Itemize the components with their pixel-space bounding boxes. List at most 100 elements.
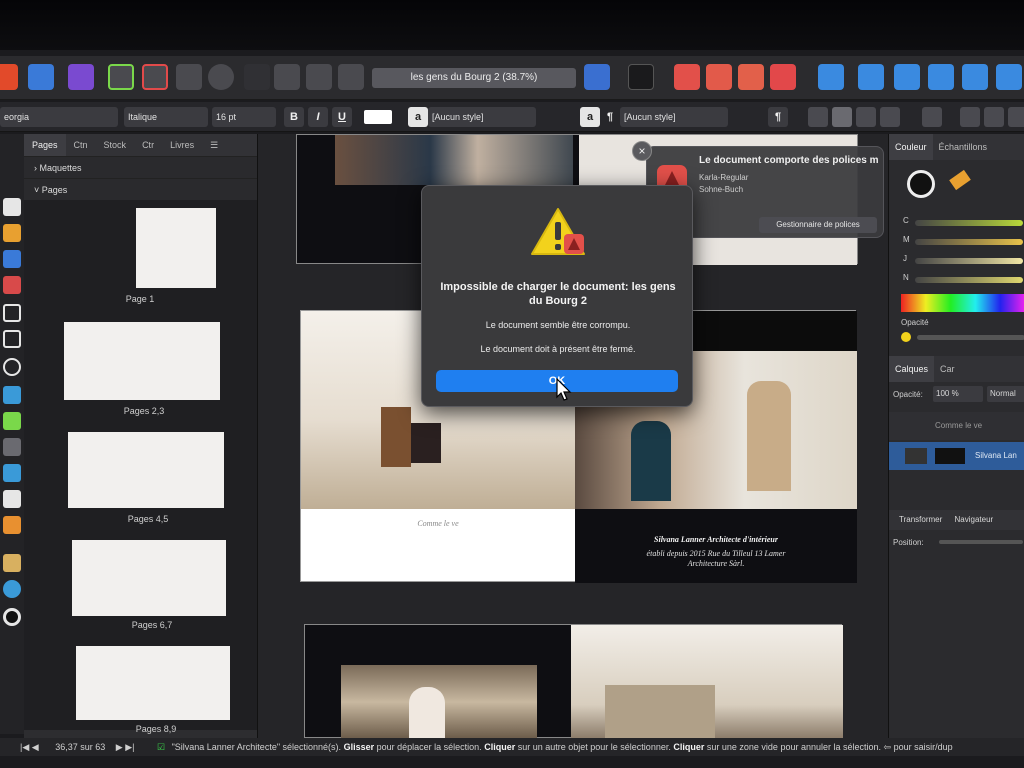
tab-ctr[interactable]: Ctr xyxy=(134,140,162,150)
photo-persona-icon[interactable] xyxy=(68,64,94,90)
app-persona-icon[interactable] xyxy=(0,64,18,90)
vertical-align-middle-icon[interactable] xyxy=(984,107,1004,127)
font-size-field[interactable]: 16 pt xyxy=(212,107,276,127)
text-color-swatch[interactable] xyxy=(364,110,392,124)
arrange-front-icon[interactable] xyxy=(674,64,700,90)
layer-opacity-field[interactable]: 100 % xyxy=(933,386,983,402)
table-tool-icon[interactable] xyxy=(3,386,21,404)
tab-swatches[interactable]: Échantillons xyxy=(933,142,994,152)
arrange-forward-icon[interactable] xyxy=(706,64,732,90)
prev-page-icon[interactable]: |◀ ◀ xyxy=(0,742,39,752)
opacity-swatch[interactable] xyxy=(901,332,911,342)
circle-tool-icon[interactable] xyxy=(208,64,234,90)
masters-section[interactable]: › Maquettes xyxy=(24,156,257,178)
color-wheel-icon[interactable] xyxy=(3,608,21,626)
artistic-text-tool-icon[interactable] xyxy=(3,250,21,268)
layer-row[interactable]: Comme le ve xyxy=(889,412,1024,440)
transparency-tool-icon[interactable] xyxy=(3,490,21,508)
position-slider[interactable] xyxy=(939,540,1023,544)
color-picker-tool-icon[interactable] xyxy=(3,516,21,534)
arrange-back-icon[interactable] xyxy=(770,64,796,90)
document-setup-icon[interactable] xyxy=(176,64,202,90)
next-page-icon[interactable]: ▶ ▶| xyxy=(108,742,135,752)
tab-navigator[interactable]: Navigateur xyxy=(955,515,994,524)
pin-icon[interactable] xyxy=(274,64,300,90)
preflight-gear-icon[interactable] xyxy=(142,64,168,90)
photo-baptiste[interactable] xyxy=(335,135,573,185)
bullets-icon[interactable] xyxy=(922,107,942,127)
fill-stroke-icon[interactable] xyxy=(907,170,935,198)
vertical-align-top-icon[interactable] xyxy=(960,107,980,127)
paragraph-panel-button[interactable]: ¶ xyxy=(768,107,788,127)
layer-row-selected[interactable]: Silvana Lan xyxy=(889,442,1024,470)
character-style-select[interactable]: [Aucun style] xyxy=(428,107,536,127)
black-slider[interactable]: N xyxy=(903,273,1023,287)
align-left-icon[interactable] xyxy=(808,107,828,127)
flip-vertical-icon[interactable] xyxy=(894,64,920,90)
tab-color[interactable]: Couleur xyxy=(889,134,933,160)
magenta-slider[interactable]: M xyxy=(903,235,1023,249)
font-style-select[interactable]: Italique xyxy=(124,107,208,127)
rotate-right-icon[interactable] xyxy=(962,64,988,90)
color-picker-icon[interactable] xyxy=(949,169,971,191)
tab-stock[interactable]: Stock xyxy=(96,140,135,150)
page-thumbnail-4-5[interactable] xyxy=(68,432,224,508)
tab-pages[interactable]: Pages xyxy=(24,134,66,156)
yellow-slider[interactable]: J xyxy=(903,254,1023,268)
zoom-tool-icon[interactable] xyxy=(3,580,21,598)
rectangle-frame-tool-icon[interactable] xyxy=(3,304,21,322)
preview-icon[interactable] xyxy=(338,64,364,90)
pages-section[interactable]: ˅ Pages xyxy=(24,178,257,200)
ellipse-tool-icon[interactable] xyxy=(3,358,21,376)
page-thumbnail-1[interactable] xyxy=(136,208,216,288)
close-icon[interactable]: × xyxy=(632,141,652,161)
tab-livres[interactable]: Livres xyxy=(162,140,202,150)
fill-tool-icon[interactable] xyxy=(3,464,21,482)
opacity-slider[interactable] xyxy=(917,335,1024,340)
page-thumbnail-2-3[interactable] xyxy=(64,322,220,400)
underline-button[interactable]: U xyxy=(332,107,352,127)
blend-mode-select[interactable]: Normal xyxy=(987,386,1024,402)
text-wrap-icon[interactable] xyxy=(306,64,332,90)
panel-menu-icon[interactable]: ☰ xyxy=(202,140,226,151)
boolean-icon[interactable] xyxy=(996,64,1022,90)
text-frame-icon[interactable] xyxy=(584,64,610,90)
cyan-slider[interactable]: C xyxy=(903,216,1023,230)
spread-bottom[interactable] xyxy=(304,624,843,738)
tab-ctn[interactable]: Ctn xyxy=(66,140,96,150)
page-thumbnail-6-7[interactable] xyxy=(72,540,226,616)
snapping-magnet-icon[interactable] xyxy=(628,64,654,90)
align-icon[interactable] xyxy=(818,64,844,90)
caption-box-right[interactable] xyxy=(575,509,857,583)
hand-tool-icon[interactable] xyxy=(3,554,21,572)
crop-tool-icon[interactable] xyxy=(3,438,21,456)
font-family-select[interactable]: eorgia xyxy=(0,107,118,127)
justify-icon[interactable] xyxy=(880,107,900,127)
layers-panel-tabs: Calques Car xyxy=(889,356,1024,382)
move-tool-icon[interactable] xyxy=(3,198,21,216)
flip-horizontal-icon[interactable] xyxy=(858,64,884,90)
status-bar: |◀ ◀ 36,37 sur 63 ▶ ▶| ☑ "Silvana Lanner… xyxy=(0,738,1024,756)
font-manager-button[interactable]: Gestionnaire de polices xyxy=(759,217,877,233)
rotate-left-icon[interactable] xyxy=(928,64,954,90)
designer-persona-icon[interactable] xyxy=(28,64,54,90)
italic-button[interactable]: I xyxy=(308,107,328,127)
bold-button[interactable]: B xyxy=(284,107,304,127)
tab-layers[interactable]: Calques xyxy=(889,356,935,382)
tab-character[interactable]: Car xyxy=(934,364,961,374)
vertical-align-bottom-icon[interactable] xyxy=(1008,107,1024,127)
dialog-message: Le document doit à présent être fermé. xyxy=(480,344,636,354)
place-image-tool-icon[interactable] xyxy=(3,412,21,430)
arrange-backward-icon[interactable] xyxy=(738,64,764,90)
page-thumbnail-8-9[interactable] xyxy=(76,646,230,720)
paragraph-style-select[interactable]: [Aucun style] xyxy=(620,107,728,127)
color-spectrum[interactable] xyxy=(901,294,1024,312)
align-right-icon[interactable] xyxy=(856,107,876,127)
align-center-icon[interactable] xyxy=(832,107,852,127)
settings-gear-icon[interactable] xyxy=(108,64,134,90)
picture-frame-tool-icon[interactable] xyxy=(3,330,21,348)
frame-icon[interactable] xyxy=(244,64,270,90)
frame-text-tool-icon[interactable] xyxy=(3,224,21,242)
pen-tool-icon[interactable] xyxy=(3,276,21,294)
tab-transform[interactable]: Transformer xyxy=(889,515,952,524)
